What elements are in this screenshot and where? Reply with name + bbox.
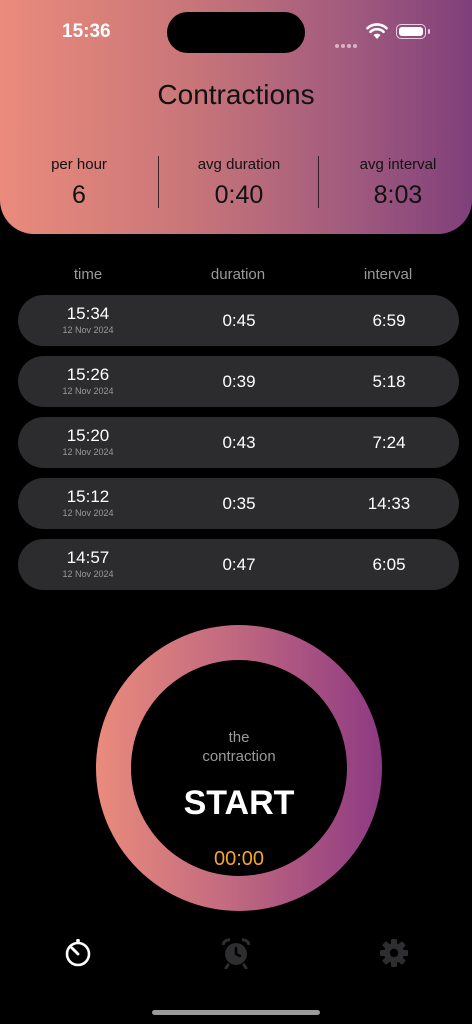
- contraction-row[interactable]: 14:57 12 Nov 2024 0:47 6:05: [18, 539, 459, 590]
- stat-value: 0:40: [214, 181, 264, 209]
- page-title: Contractions: [157, 79, 315, 110]
- stat-avg-interval: avg interval 8:03: [320, 156, 472, 210]
- dynamic-island: [167, 12, 305, 53]
- row-time: 15:12: [66, 487, 110, 506]
- cellular-signal-icon: [335, 35, 359, 53]
- battery-icon: [396, 24, 430, 39]
- row-time: 15:26: [66, 365, 110, 384]
- row-time: 15:34: [66, 304, 110, 323]
- home-indicator[interactable]: [152, 1010, 320, 1015]
- wifi-icon: [366, 23, 388, 39]
- row-duration: 0:45: [222, 311, 256, 330]
- contraction-row[interactable]: 15:12 12 Nov 2024 0:35 14:33: [18, 478, 459, 529]
- row-duration: 0:35: [222, 494, 256, 513]
- column-header-duration: duration: [210, 266, 266, 283]
- stat-value: 6: [72, 181, 86, 209]
- row-time: 14:57: [66, 548, 110, 567]
- stat-per-hour: per hour 6: [1, 156, 157, 210]
- summary-header: 15:36 Contractions per hour 6 avg durati…: [0, 0, 472, 234]
- row-date: 12 Nov 2024: [62, 447, 114, 457]
- stat-value: 8:03: [373, 181, 423, 209]
- row-duration: 0:47: [222, 555, 256, 574]
- row-date: 12 Nov 2024: [62, 569, 114, 579]
- column-header-interval: interval: [363, 266, 413, 283]
- stat-label: per hour: [51, 156, 107, 173]
- subtitle-line: the: [228, 729, 250, 746]
- row-duration: 0:39: [222, 372, 256, 391]
- start-contraction-button[interactable]: the contraction START 00:00: [96, 625, 382, 911]
- contraction-row[interactable]: 15:34 12 Nov 2024 0:45 6:59: [18, 295, 459, 346]
- row-interval: 6:05: [372, 555, 406, 574]
- stat-avg-duration: avg duration 0:40: [161, 156, 317, 210]
- stat-divider: [318, 156, 319, 208]
- contraction-row[interactable]: 15:26 12 Nov 2024 0:39 5:18: [18, 356, 459, 407]
- row-duration: 0:43: [222, 433, 256, 452]
- gear-icon[interactable]: [378, 937, 410, 969]
- stat-divider: [158, 156, 159, 208]
- timer-icon[interactable]: [62, 937, 94, 969]
- row-interval: 7:24: [372, 433, 406, 452]
- start-button-subtitle: the contraction: [131, 728, 347, 766]
- row-interval: 14:33: [367, 494, 411, 513]
- stat-label: avg duration: [197, 156, 281, 173]
- start-label: START: [183, 784, 295, 822]
- row-time: 15:20: [66, 426, 110, 445]
- column-header-time: time: [73, 266, 103, 283]
- row-interval: 5:18: [372, 372, 406, 391]
- stat-label: avg interval: [359, 156, 437, 173]
- subtitle-line: contraction: [202, 748, 276, 765]
- row-date: 12 Nov 2024: [62, 325, 114, 335]
- row-date: 12 Nov 2024: [62, 386, 114, 396]
- alarm-clock-icon[interactable]: [220, 937, 252, 969]
- elapsed-timer: 00:00: [213, 848, 265, 870]
- row-interval: 6:59: [372, 311, 406, 330]
- contraction-row[interactable]: 15:20 12 Nov 2024 0:43 7:24: [18, 417, 459, 468]
- row-date: 12 Nov 2024: [62, 508, 114, 518]
- start-button-face[interactable]: the contraction START 00:00: [131, 660, 347, 876]
- status-time: 15:36: [62, 21, 111, 42]
